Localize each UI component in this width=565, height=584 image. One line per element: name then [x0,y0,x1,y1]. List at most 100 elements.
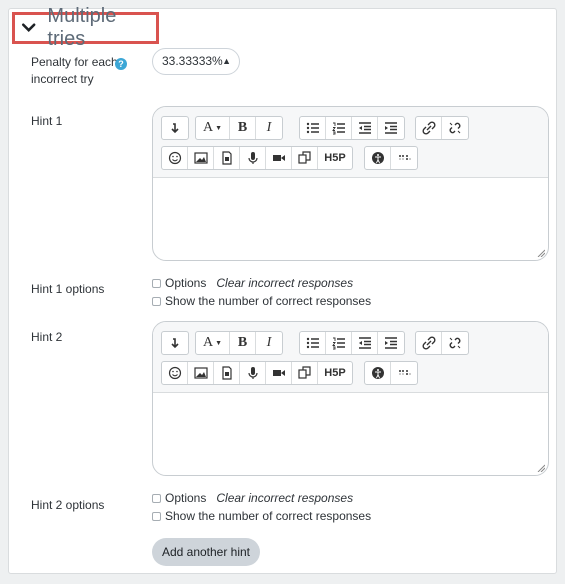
screenreader-helper-button[interactable] [391,362,417,384]
media-button[interactable] [214,362,240,384]
hint-2-show-number-option[interactable]: Show the number of correct responses [152,509,371,523]
add-another-hint-button[interactable]: Add another hint [152,538,260,566]
indent-button[interactable] [378,332,404,354]
emoji-button[interactable] [162,147,188,169]
toolbar-toggle-icon [171,123,179,134]
record-video-button[interactable] [266,362,292,384]
record-audio-button[interactable] [240,362,266,384]
toolbar-toggle-button[interactable] [162,332,188,354]
italic-button[interactable]: I [256,332,282,354]
toolbar-group-list [299,116,405,140]
font-size-label: A [202,335,214,350]
hint-2-label: Hint 2 [31,330,63,344]
unlink-icon [449,337,461,349]
caret-down-icon: ▼ [215,339,223,347]
outdent-icon [358,337,371,349]
section-header[interactable]: Multiple tries [12,5,159,50]
resize-handle-icon[interactable] [537,249,545,257]
bullet-list-button[interactable] [300,117,326,139]
checkbox[interactable] [152,278,161,288]
manage-files-button[interactable] [292,362,318,384]
h5p-label: H5P [324,152,346,164]
toolbar-group-media: H5P [161,146,353,170]
toolbar-group-media: H5P [161,361,353,385]
bullet-list-icon [306,122,319,134]
emoji-button[interactable] [162,362,188,384]
h5p-button[interactable]: H5P [318,362,352,384]
option-extra: Clear incorrect responses [216,491,354,505]
screenreader-helper-button[interactable] [391,147,417,169]
outdent-button[interactable] [352,332,378,354]
numbered-list-icon [331,122,345,135]
indent-icon [385,337,397,349]
numbered-list-button[interactable] [326,332,352,354]
hint-1-show-number-option[interactable]: Show the number of correct responses [152,294,371,308]
smiley-icon [168,366,181,380]
option-label: Show the number of correct responses [165,294,372,308]
help-icon[interactable]: ? [115,58,127,70]
indent-button[interactable] [378,117,404,139]
bullet-list-icon [306,337,319,349]
toolbar-group-list [299,331,405,355]
media-button[interactable] [214,147,240,169]
toolbar-group-toggle [161,331,189,355]
numbered-list-button[interactable] [326,117,352,139]
font-size-button[interactable]: A ▼ [196,117,230,139]
braille-icon [399,155,411,160]
accessibility-icon [371,367,384,379]
penalty-label-text: Penalty for each incorrect try [31,55,118,86]
unlink-button[interactable] [442,332,468,354]
h5p-label: H5P [324,367,346,379]
h5p-button[interactable]: H5P [318,147,352,169]
hint-2-clear-incorrect-option[interactable]: Options Clear incorrect responses [152,491,353,505]
font-size-button[interactable]: A ▼ [196,332,230,354]
numbered-list-icon [331,337,345,350]
bullet-list-button[interactable] [300,332,326,354]
option-extra: Clear incorrect responses [216,276,354,290]
hint-1-clear-incorrect-option[interactable]: Options Clear incorrect responses [152,276,353,290]
copy-files-icon [297,151,311,164]
outdent-button[interactable] [352,117,378,139]
bold-button[interactable]: B [230,332,256,354]
editor-toolbar: A ▼ B I H5P [153,322,548,393]
accessibility-checker-button[interactable] [365,147,391,169]
hint-1-editor[interactable]: A ▼ B I H5P [152,106,549,261]
record-audio-button[interactable] [240,147,266,169]
image-button[interactable] [188,362,214,384]
hint-1-options-label: Hint 1 options [31,282,105,296]
toolbar-toggle-icon [171,338,179,349]
bold-button[interactable]: B [230,117,256,139]
link-button[interactable] [416,117,442,139]
resize-handle-icon[interactable] [537,464,545,472]
checkbox[interactable] [152,296,161,306]
unlink-button[interactable] [442,117,468,139]
microphone-icon [247,152,258,164]
section-title: Multiple tries [47,5,117,50]
accessibility-checker-button[interactable] [365,362,391,384]
record-video-button[interactable] [266,147,292,169]
italic-label: I [266,335,272,350]
accessibility-icon [371,152,384,164]
option-label: Options [165,491,207,505]
indent-icon [385,122,397,134]
image-icon [193,152,208,164]
media-icon [221,151,232,165]
manage-files-button[interactable] [292,147,318,169]
chevron-down-icon[interactable] [20,19,37,37]
image-button[interactable] [188,147,214,169]
toolbar-group-toggle [161,116,189,140]
microphone-icon [247,367,258,379]
copy-files-icon [297,366,311,379]
media-icon [221,366,232,380]
checkbox[interactable] [152,493,161,503]
toolbar-group-links [415,116,469,140]
toolbar-toggle-button[interactable] [162,117,188,139]
checkbox[interactable] [152,511,161,521]
multiple-tries-section: Multiple tries Penalty for each incorrec… [8,5,557,574]
italic-button[interactable]: I [256,117,282,139]
link-button[interactable] [416,332,442,354]
penalty-select[interactable]: 33.33333% ▲ [152,48,240,75]
toolbar-group-links [415,331,469,355]
font-size-label: A [202,120,214,135]
hint-2-editor[interactable]: A ▼ B I H5P [152,321,549,476]
